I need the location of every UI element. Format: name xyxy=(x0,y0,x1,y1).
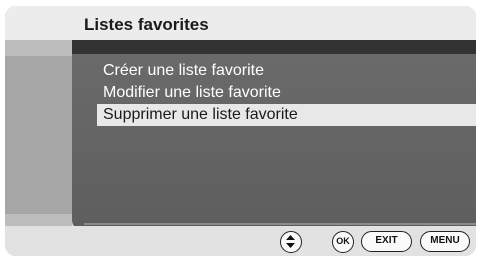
footer-bar: OK EXIT MENU xyxy=(5,226,476,256)
menu-item-label: Créer une liste favorite xyxy=(103,62,264,79)
tv-osd-screen: Listes favorites Créer une liste favorit… xyxy=(5,6,476,256)
page-title: Listes favorites xyxy=(84,15,209,34)
menu-item-delete-favorite-list[interactable]: Supprimer une liste favorite xyxy=(97,104,476,126)
left-panel-band xyxy=(5,56,72,214)
title-bar: Listes favorites xyxy=(5,6,476,40)
menu-button[interactable]: MENU xyxy=(420,231,470,252)
menu-item-edit-favorite-list[interactable]: Modifier une liste favorite xyxy=(97,82,476,104)
menu-panel: Créer une liste favorite Modifier une li… xyxy=(72,40,476,230)
menu-panel-divider xyxy=(84,223,476,225)
left-panel xyxy=(5,40,72,226)
ok-button[interactable]: OK xyxy=(332,231,354,253)
menu-item-label: Supprimer une liste favorite xyxy=(103,106,298,123)
up-down-arrows-icon[interactable] xyxy=(280,231,302,253)
menu-item-label: Modifier une liste favorite xyxy=(103,84,281,101)
menu-panel-top-strip xyxy=(72,40,476,54)
exit-button[interactable]: EXIT xyxy=(361,231,412,252)
menu-item-create-favorite-list[interactable]: Créer une liste favorite xyxy=(97,60,476,82)
